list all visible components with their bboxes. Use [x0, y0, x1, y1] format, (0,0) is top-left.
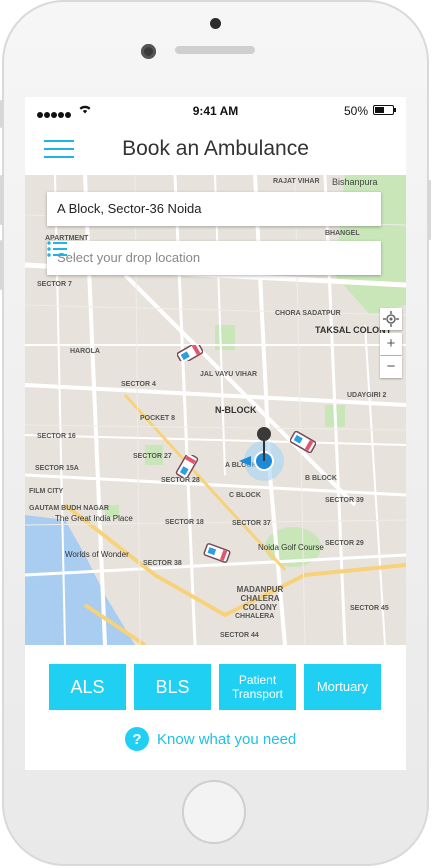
map-label: B BLOCK — [305, 475, 337, 482]
map-view[interactable]: Bishanpura RAJAT VIHAR APARTMENT BHANGEL… — [25, 175, 406, 645]
mute-switch — [0, 100, 3, 128]
drop-location-placeholder: Select your drop location — [57, 250, 201, 265]
als-button[interactable]: ALS — [49, 664, 126, 710]
zoom-in-button[interactable]: + — [380, 333, 402, 355]
map-label: SECTOR 44 — [220, 632, 259, 639]
home-button[interactable] — [182, 780, 246, 844]
ambulance-icon[interactable] — [290, 431, 316, 453]
page-title: Book an Ambulance — [122, 137, 309, 160]
battery-icon — [373, 105, 396, 115]
status-bar: 9:41 AM 50% — [25, 97, 406, 125]
battery-percentage: 50% — [343, 104, 368, 118]
map-label: BHANGEL — [325, 230, 360, 237]
map-label: MADANPUR CHALERA COLONY — [236, 585, 284, 612]
map-label: JAL VAYU VIHAR — [200, 371, 258, 378]
bls-button[interactable]: BLS — [134, 664, 211, 710]
front-sensor — [210, 18, 221, 29]
earpiece-speaker — [175, 46, 255, 54]
map-label: Worlds of Wonder — [65, 550, 129, 559]
drop-location-input[interactable]: Select your drop location — [47, 241, 381, 275]
app-header: Book an Ambulance — [25, 125, 406, 175]
ambulance-icon[interactable] — [175, 455, 199, 477]
patient-transport-button[interactable]: Patient Transport — [219, 664, 296, 710]
map-label: FILM CITY — [29, 488, 64, 495]
map-label: SECTOR 45 — [350, 605, 389, 612]
map-label: POCKET 8 — [140, 415, 176, 422]
app-screen: 9:41 AM 50% Book an Ambulance Bishanpura… — [25, 97, 406, 770]
pickup-location-text: A Block, Sector-36 Noida — [57, 201, 202, 216]
list-icon[interactable] — [47, 241, 67, 257]
map-label: SECTOR 37 — [232, 520, 271, 527]
map-label: SECTOR 28 — [161, 477, 200, 484]
help-icon: ? — [125, 727, 149, 751]
map-label: The Great India Place — [55, 514, 133, 523]
map-label: SECTOR 4 — [121, 381, 156, 388]
locate-icon[interactable] — [380, 308, 402, 330]
ambulance-icon[interactable] — [177, 345, 203, 361]
pickup-location-field[interactable]: A Block, Sector-36 Noida — [47, 192, 381, 226]
map-label: SECTOR 39 — [325, 497, 364, 504]
front-camera — [141, 44, 156, 59]
map-label: GAUTAM BUDH NAGAR — [29, 505, 109, 512]
map-label: Bishanpura — [332, 177, 378, 187]
power-button — [428, 180, 431, 240]
volume-up-button — [0, 175, 3, 225]
know-what-you-need-label: Know what you need — [157, 730, 297, 748]
map-label: SECTOR 38 — [143, 560, 182, 567]
service-panel: ALS BLS Patient Transport Mortuary ? Kno… — [25, 645, 406, 770]
map-label: SECTOR 7 — [37, 281, 72, 288]
mortuary-button[interactable]: Mortuary — [304, 664, 381, 710]
map-label: UDAYGIRI 2 — [347, 392, 387, 399]
ambulance-icon[interactable] — [203, 542, 231, 564]
user-location-icon[interactable] — [237, 423, 287, 487]
map-label: SECTOR 29 — [325, 540, 364, 547]
zoom-out-button[interactable]: − — [380, 356, 402, 378]
map-label: CHORA SADATPUR — [275, 310, 341, 317]
map-label: RAJAT VIHAR — [273, 178, 320, 185]
map-label: N-BLOCK — [215, 405, 257, 415]
volume-down-button — [0, 240, 3, 290]
map-label: C BLOCK — [229, 492, 261, 499]
map-label: SECTOR 27 — [133, 453, 172, 460]
map-label: CHHALERA — [235, 613, 275, 620]
map-label: SECTOR 16 — [37, 433, 76, 440]
map-label: SECTOR 15A — [35, 465, 79, 472]
map-label: Noida Golf Course — [258, 543, 324, 552]
map-label: SECTOR 18 — [165, 519, 204, 526]
map-label: HAROLA — [70, 348, 100, 355]
know-what-you-need-link[interactable]: ? Know what you need — [125, 727, 296, 751]
